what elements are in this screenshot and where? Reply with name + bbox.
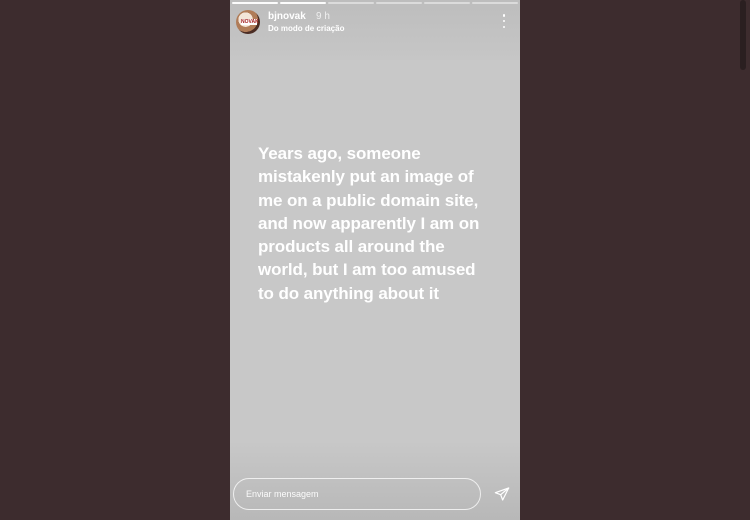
progress-segment — [424, 2, 470, 4]
page-scrollbar[interactable] — [740, 0, 746, 70]
progress-segment — [280, 2, 326, 4]
story-header: NOVAK bjnovak 9 h Do modo de criação — [236, 8, 514, 38]
progress-segment — [376, 2, 422, 4]
progress-segment — [232, 2, 278, 4]
story-viewer[interactable]: NOVAK bjnovak 9 h Do modo de criação Yea… — [230, 0, 520, 520]
story-text: Years ago, someone mistakenly put an ima… — [258, 144, 480, 303]
story-subtitle: Do modo de criação — [268, 24, 345, 33]
username-link[interactable]: bjnovak — [268, 11, 306, 22]
story-progress-bar — [232, 2, 518, 4]
reply-input[interactable] — [246, 479, 470, 509]
reply-bar — [233, 478, 481, 510]
more-vertical-icon[interactable] — [498, 14, 510, 28]
send-paper-plane-icon[interactable] — [494, 486, 510, 502]
avatar[interactable]: NOVAK — [236, 10, 260, 34]
avatar-label-graphic: NOVAK — [241, 19, 259, 25]
progress-segment — [472, 2, 518, 4]
progress-segment — [328, 2, 374, 4]
post-time: 9 h — [316, 11, 330, 22]
